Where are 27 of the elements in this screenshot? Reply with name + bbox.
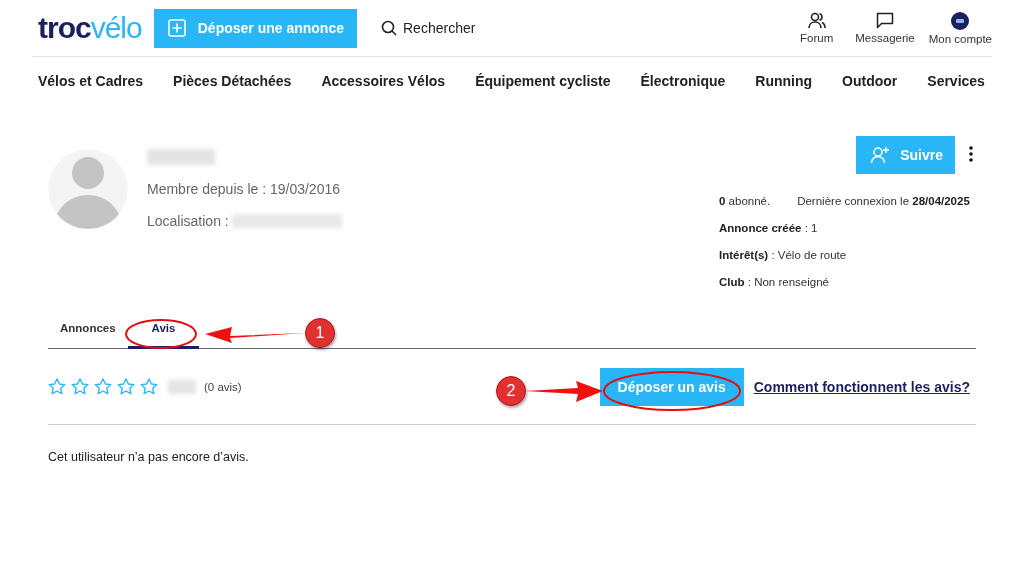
- help-link[interactable]: Comment fonctionnent les avis?: [753, 378, 970, 395]
- profile-stat: Dernière connexion le 28/04/2025: [797, 195, 970, 207]
- annotation-number: 2: [496, 376, 526, 406]
- site-logo[interactable]: trocvélo: [38, 13, 142, 43]
- category-link[interactable]: Vélos et Cadres: [38, 73, 144, 89]
- profile-stat: Intérêt(s) : Vélo de route: [719, 249, 847, 261]
- member-since: Membre depuis le : 19/03/2016: [147, 181, 340, 197]
- profile-tab[interactable]: Annonces: [48, 310, 128, 349]
- review-count: (0 avis): [204, 380, 242, 393]
- account-menu-link[interactable]: Messagerie: [855, 12, 915, 44]
- category-link[interactable]: Électronique: [640, 73, 726, 89]
- profile-stat: Annonce créée : 1: [719, 222, 818, 234]
- profile-stat: Club : Non renseigné: [719, 276, 829, 288]
- empty-message: Cet utilisateur n’a pas encore d’avis.: [48, 450, 250, 464]
- category-link[interactable]: Outdoor: [842, 73, 898, 89]
- category-link[interactable]: Pièces Détachées: [173, 73, 292, 89]
- annotation-number: 1: [305, 318, 335, 348]
- account-menu-link[interactable]: Forum: [800, 12, 834, 44]
- category-link[interactable]: Accessoires Vélos: [321, 73, 446, 89]
- account-menu-link[interactable]: Mon compte: [928, 11, 992, 45]
- category-link[interactable]: Services: [927, 73, 985, 89]
- profile-stat: 0 abonné.: [719, 195, 771, 207]
- search-link[interactable]: Rechercher: [375, 19, 482, 37]
- category-link[interactable]: Équipement cycliste: [475, 73, 611, 89]
- location-label: Localisation :: [147, 213, 229, 229]
- category-link[interactable]: Running: [755, 73, 813, 89]
- profile-tab[interactable]: Avis: [127, 310, 200, 349]
